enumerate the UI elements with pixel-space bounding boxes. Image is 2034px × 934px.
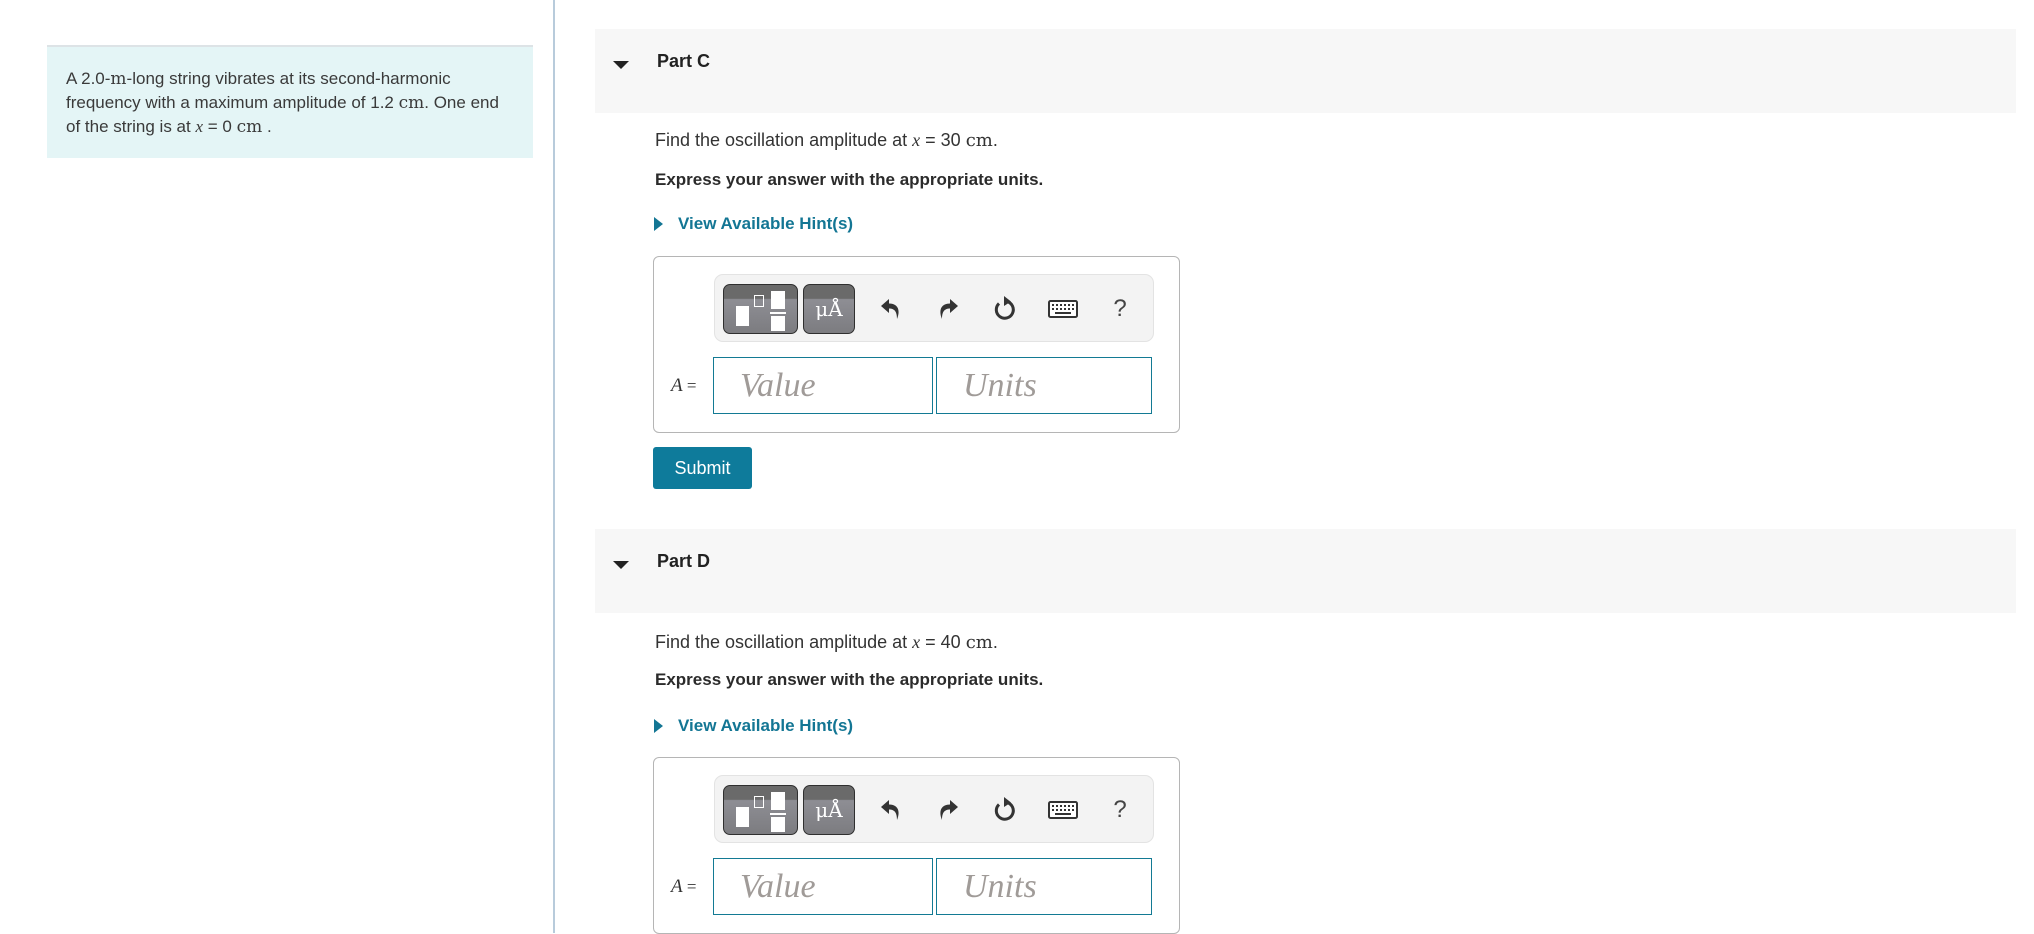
keyboard-button[interactable] — [1043, 287, 1083, 331]
templates-button[interactable] — [723, 284, 798, 334]
units-button[interactable]: μÅ — [803, 785, 855, 835]
unit-cm: cm — [965, 632, 993, 653]
intro-text: A 2.0- — [66, 69, 111, 88]
value-input[interactable] — [713, 858, 933, 915]
part-d-question: Find the oscillation amplitude at x = 40… — [655, 632, 998, 653]
undo-button[interactable] — [871, 287, 911, 331]
part-d-hint-toggle[interactable]: View Available Hint(s) — [654, 716, 853, 736]
redo-button[interactable] — [928, 287, 968, 331]
undo-icon — [881, 299, 899, 319]
units-input[interactable] — [936, 357, 1152, 414]
unit-cm: cm — [236, 117, 263, 137]
value-input[interactable] — [713, 357, 933, 414]
redo-icon — [940, 800, 958, 820]
answer-var: A — [671, 375, 683, 396]
hint-link[interactable]: View Available Hint(s) — [678, 214, 853, 234]
keyboard-icon — [1048, 300, 1078, 318]
math-toolbar: μÅ ? — [714, 775, 1154, 843]
expand-caret-icon — [654, 217, 663, 231]
intro-text: = 0 — [203, 117, 237, 136]
part-c-hint-toggle[interactable]: View Available Hint(s) — [654, 214, 853, 234]
reset-icon — [994, 296, 1015, 320]
help-icon: ? — [1113, 796, 1127, 823]
keyboard-icon — [1048, 801, 1078, 819]
reset-button[interactable] — [985, 788, 1025, 832]
question-text: Find the oscillation amplitude at — [655, 632, 913, 652]
units-button[interactable]: μÅ — [803, 284, 855, 334]
reset-icon — [994, 797, 1015, 821]
question-text: = 40 — [920, 632, 966, 652]
collapse-caret-icon[interactable] — [613, 561, 629, 569]
part-d-answer-box: μÅ ? A = — [653, 757, 1180, 934]
unit-m: m — [110, 69, 127, 89]
part-c-header[interactable]: Part C — [595, 29, 2016, 113]
unit-cm: cm — [398, 93, 425, 113]
help-button[interactable]: ? — [1100, 788, 1140, 832]
var-x: x — [912, 632, 921, 652]
panel-divider[interactable] — [553, 0, 555, 933]
undo-icon — [881, 800, 899, 820]
hint-link[interactable]: View Available Hint(s) — [678, 716, 853, 736]
problem-intro: A 2.0-m-long string vibrates at its seco… — [47, 45, 533, 158]
help-button[interactable]: ? — [1100, 287, 1140, 331]
answer-label: A = — [671, 375, 696, 397]
collapse-caret-icon[interactable] — [613, 61, 629, 69]
intro-text: . — [262, 117, 272, 136]
question-text: . — [992, 632, 998, 652]
part-d-header[interactable]: Part D — [595, 529, 2016, 613]
part-title: Part D — [657, 551, 711, 571]
units-icon: μÅ — [815, 798, 843, 822]
units-icon: μÅ — [815, 297, 843, 321]
undo-button[interactable] — [871, 788, 911, 832]
question-text: . — [992, 130, 998, 150]
help-icon: ? — [1113, 295, 1127, 322]
unit-cm: cm — [965, 130, 993, 151]
redo-button[interactable] — [928, 788, 968, 832]
question-text: Find the oscillation amplitude at — [655, 130, 913, 150]
part-d-instruction: Express your answer with the appropriate… — [655, 670, 1044, 689]
part-title: Part C — [657, 51, 711, 71]
var-x: x — [912, 130, 921, 150]
equals-sign: = — [682, 376, 697, 395]
expand-caret-icon — [654, 719, 663, 733]
question-text: = 30 — [920, 130, 966, 150]
answer-var: A — [671, 876, 683, 897]
redo-icon — [940, 299, 958, 319]
part-c-answer-box: μÅ ? A = — [653, 256, 1180, 433]
math-toolbar: μÅ ? — [714, 274, 1154, 342]
equals-sign: = — [682, 877, 697, 896]
submit-button[interactable]: Submit — [653, 447, 752, 489]
answer-label: A = — [671, 876, 696, 898]
part-c-instruction: Express your answer with the appropriate… — [655, 170, 1044, 189]
units-input[interactable] — [936, 858, 1152, 915]
keyboard-button[interactable] — [1043, 788, 1083, 832]
var-x: x — [195, 117, 203, 136]
part-c-question: Find the oscillation amplitude at x = 30… — [655, 130, 998, 151]
reset-button[interactable] — [985, 287, 1025, 331]
templates-button[interactable] — [723, 785, 798, 835]
